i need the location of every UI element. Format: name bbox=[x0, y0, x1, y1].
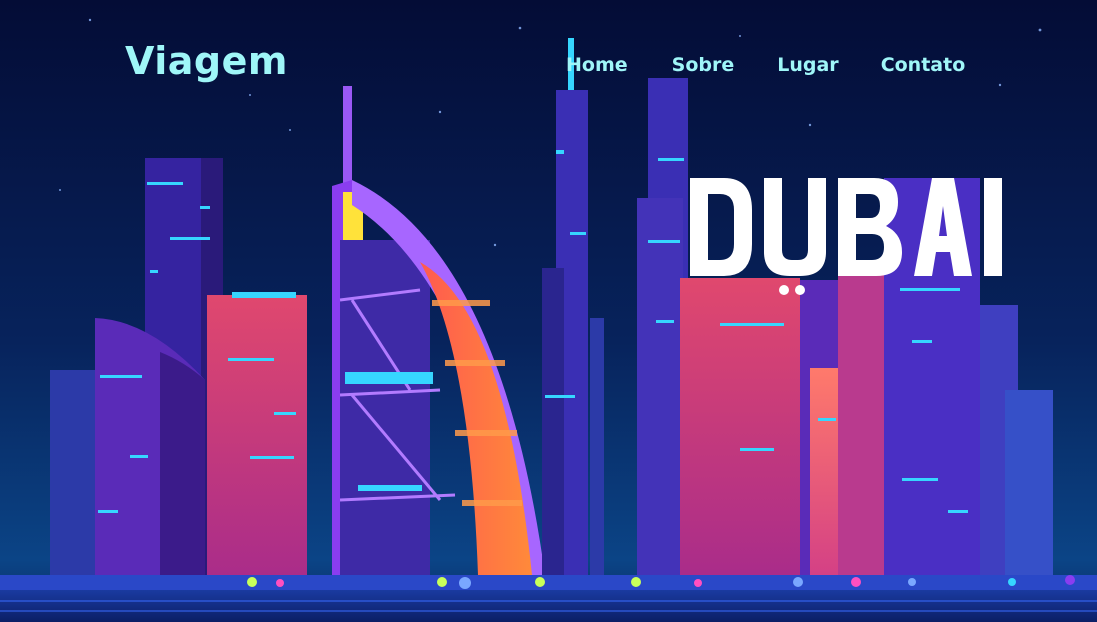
brand-logo[interactable]: Viagem bbox=[125, 42, 288, 80]
nav-link-sobre[interactable]: Sobre bbox=[672, 54, 735, 76]
nav-link-contato[interactable]: Contato bbox=[881, 54, 966, 76]
hero-section: Viagem Home Sobre Lugar Contato bbox=[0, 0, 1097, 622]
top-navbar: Viagem Home Sobre Lugar Contato bbox=[0, 0, 1097, 130]
nav-menu: Home Sobre Lugar Contato bbox=[566, 56, 965, 75]
nav-link-home[interactable]: Home bbox=[566, 54, 628, 76]
nav-link-lugar[interactable]: Lugar bbox=[777, 54, 838, 76]
